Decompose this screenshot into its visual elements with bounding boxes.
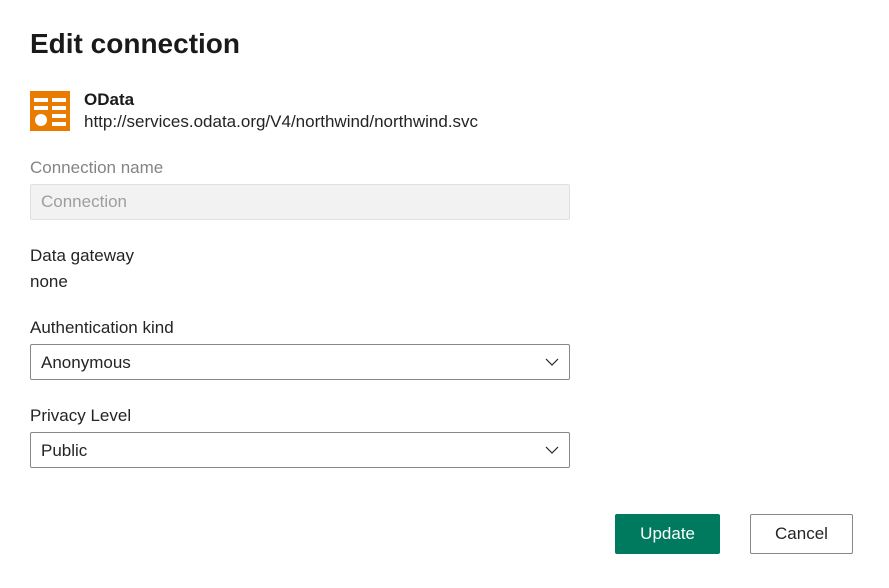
update-button[interactable]: Update: [615, 514, 720, 554]
data-gateway-value: none: [30, 272, 859, 292]
authentication-kind-label: Authentication kind: [30, 318, 859, 338]
cancel-button[interactable]: Cancel: [750, 514, 853, 554]
connection-name-label: Connection name: [30, 158, 859, 178]
data-gateway-label: Data gateway: [30, 246, 859, 266]
authentication-kind-group: Authentication kind Anonymous: [30, 318, 859, 380]
connection-name-group: Connection name: [30, 158, 859, 220]
privacy-level-group: Privacy Level Public: [30, 406, 859, 468]
privacy-level-label: Privacy Level: [30, 406, 859, 426]
button-row: Update Cancel: [615, 514, 853, 554]
data-gateway-group: Data gateway none: [30, 246, 859, 292]
page-title: Edit connection: [30, 28, 859, 60]
connection-type: OData: [84, 90, 478, 110]
connection-name-input[interactable]: [30, 184, 570, 220]
authentication-kind-select[interactable]: Anonymous: [30, 344, 570, 380]
odata-icon: [30, 91, 70, 131]
connection-url: http://services.odata.org/V4/northwind/n…: [84, 112, 478, 132]
connection-header: OData http://services.odata.org/V4/north…: [30, 90, 859, 132]
privacy-level-select[interactable]: Public: [30, 432, 570, 468]
